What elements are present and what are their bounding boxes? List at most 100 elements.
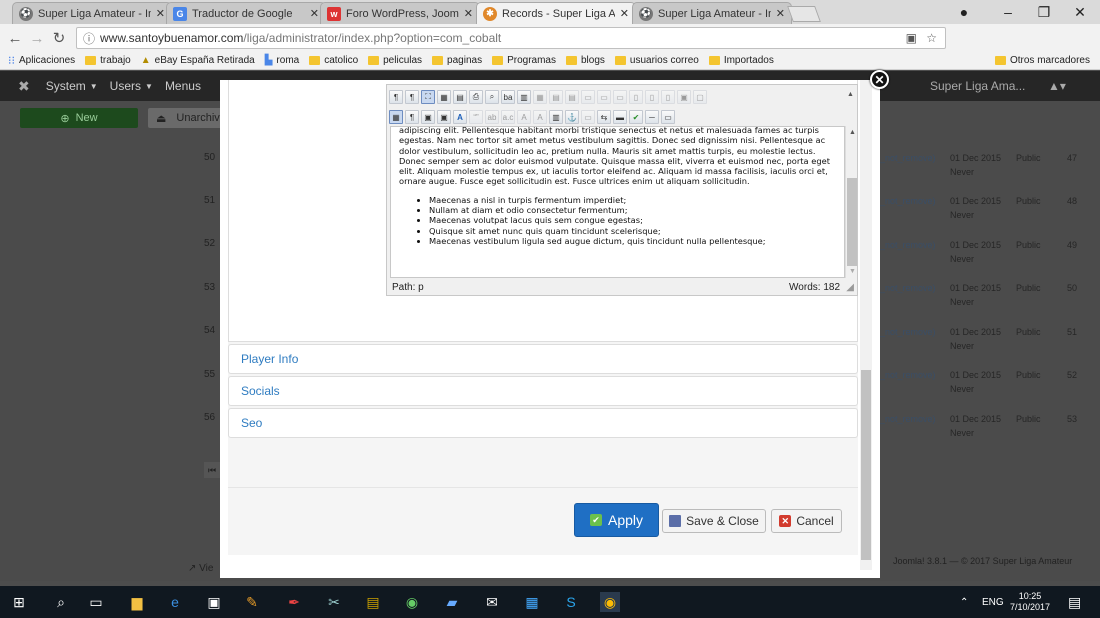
other-bookmarks[interactable]: Otros marcadores [994, 55, 1090, 66]
del-icon[interactable]: A [517, 110, 531, 124]
row-alias[interactable]: _not_remove) [880, 414, 936, 424]
split-cells-icon[interactable]: ▣ [677, 90, 691, 104]
pilcrow-icon[interactable]: ¶ [405, 110, 419, 124]
replace-icon[interactable]: ba [501, 90, 515, 104]
insert-layer-icon[interactable]: ▣ [421, 110, 435, 124]
browser-tab-active[interactable]: ✱ Records - Super Liga Am ✕ [476, 2, 636, 24]
bookmark-star-icon[interactable]: ☆ [926, 31, 937, 45]
col-after-icon[interactable]: ▯ [645, 90, 659, 104]
row-props-icon[interactable]: ▤ [549, 90, 563, 104]
anchor-icon[interactable]: ⚓ [565, 110, 579, 124]
new-button[interactable]: ⊕ New [20, 108, 138, 128]
bookmark-item[interactable]: catolico [309, 55, 358, 66]
code-icon[interactable]: ▭ [661, 110, 675, 124]
menu-system[interactable]: System [46, 79, 86, 93]
unarchive-button[interactable]: ⏏ Unarchive [148, 108, 228, 128]
clock[interactable]: 10:25 7/10/2017 [1010, 586, 1050, 618]
row-alias[interactable]: _not_remove) [880, 283, 936, 293]
visual-aid-icon[interactable]: ▦ [389, 110, 403, 124]
language-indicator[interactable]: ENG [982, 586, 1004, 618]
app-icon[interactable]: ◉ [402, 592, 422, 612]
media-icon[interactable]: ▬ [613, 110, 627, 124]
browser-tab[interactable]: ⚽ Super Liga Amateur - Ini ✕ [12, 2, 172, 24]
scroll-up-icon[interactable]: ▲ [849, 129, 856, 136]
editor-content[interactable]: adipiscing elit. Pellentesque habitant m… [390, 126, 845, 278]
browser-tab[interactable]: G Traductor de Google ✕ [166, 2, 326, 24]
row-alias[interactable]: _not_remove) [880, 327, 936, 337]
bookmark-item[interactable]: ⁝⁝ Aplicaciones [8, 54, 75, 67]
task-view-icon[interactable]: ▭ [86, 592, 106, 612]
new-tab-button[interactable] [787, 6, 821, 22]
editor-scrollbar[interactable]: ▲ [844, 85, 857, 125]
close-window-icon[interactable]: ✕ [1062, 0, 1098, 24]
bookmark-item[interactable]: Programas [492, 55, 556, 66]
cite-icon[interactable]: “” [469, 110, 483, 124]
browser-tab[interactable]: w Foro WordPress, Joomla ✕ [320, 2, 480, 24]
chrome-icon[interactable]: ◉ [600, 592, 620, 612]
edge-icon[interactable]: e [165, 592, 185, 612]
pagebreak-icon[interactable]: ▭ [581, 110, 595, 124]
bookmark-item[interactable]: blogs [565, 55, 605, 66]
path-value[interactable]: p [418, 282, 424, 293]
cancel-button[interactable]: ✕ Cancel [771, 509, 842, 533]
table-props-icon[interactable]: ▦ [533, 90, 547, 104]
store-icon[interactable]: ▣ [204, 592, 224, 612]
scroll-down-icon[interactable]: ▼ [849, 268, 856, 275]
nonbreaking-icon[interactable]: ⇆ [597, 110, 611, 124]
modal-close-button[interactable]: ✕ [870, 70, 889, 89]
app-icon[interactable]: ▤ [363, 592, 383, 612]
apply-button[interactable]: ✔ Apply [574, 503, 659, 537]
file-explorer-icon[interactable]: ▆ [127, 592, 147, 612]
windows-start-icon[interactable]: ⊞ [9, 592, 29, 612]
scrollbar-thumb[interactable] [847, 178, 857, 266]
minimize-icon[interactable]: – [990, 0, 1026, 24]
row-alias[interactable]: _not_remove) [880, 240, 936, 250]
col-before-icon[interactable]: ▯ [629, 90, 643, 104]
resize-handle-icon[interactable]: ◢ [846, 282, 854, 293]
app-icon[interactable]: ▰ [442, 592, 462, 612]
skype-icon[interactable]: S [561, 592, 581, 612]
row-alias[interactable]: _not_remove) [880, 370, 936, 380]
app-icon[interactable]: ✎ [242, 592, 262, 612]
delete-col-icon[interactable]: ▯ [661, 90, 675, 104]
forward-icon[interactable]: → [26, 30, 48, 47]
scrollbar-thumb[interactable] [861, 370, 871, 560]
pagination-first-icon[interactable]: ⏮ [204, 462, 220, 478]
abbr-icon[interactable]: ab [485, 110, 499, 124]
section-player-info[interactable]: Player Info [228, 344, 858, 374]
app-icon[interactable]: ✒ [284, 592, 304, 612]
section-seo[interactable]: Seo [228, 408, 858, 438]
bookmark-item[interactable]: Importados [708, 55, 774, 66]
content-scrollbar[interactable]: ▲ ▼ [845, 126, 857, 278]
view-site-link[interactable]: ↗ Vie [188, 563, 213, 574]
restore-icon[interactable]: ❐ [1026, 0, 1062, 24]
bookmark-item[interactable]: peliculas [368, 55, 422, 66]
template-icon[interactable]: ▦ [437, 90, 451, 104]
app-icon[interactable]: ▦ [522, 592, 542, 612]
row-before-icon[interactable]: ▭ [581, 90, 595, 104]
style-icon[interactable]: A [453, 110, 467, 124]
row-alias[interactable]: _not_remove) [880, 153, 936, 163]
menu-menus[interactable]: Menus [165, 79, 201, 93]
bookmark-item[interactable]: trabajo [85, 55, 131, 66]
search-icon[interactable]: ⌕ [51, 592, 71, 612]
close-tab-icon[interactable]: ✕ [464, 7, 473, 20]
tray-chevron-icon[interactable]: ⌃ [960, 586, 968, 618]
find-icon[interactable]: ⌕ [485, 90, 499, 104]
print-icon[interactable]: ⎙ [469, 90, 483, 104]
close-tab-icon[interactable]: ✕ [620, 7, 629, 20]
bookmark-item[interactable]: paginas [432, 55, 482, 66]
user-icon[interactable]: ▲▾ [1048, 79, 1066, 93]
absolute-icon[interactable]: ▣ [437, 110, 451, 124]
delete-row-icon[interactable]: ▭ [613, 90, 627, 104]
reload-icon[interactable]: ↻ [48, 29, 70, 47]
notifications-icon[interactable]: ▤ [1068, 586, 1081, 618]
browser-tab[interactable]: ⚽ Super Liga Amateur - Ini ✕ [632, 2, 792, 24]
site-name-link[interactable]: Super Liga Ama... [930, 79, 1025, 93]
scroll-up-icon[interactable]: ▲ [847, 91, 854, 98]
acronym-icon[interactable]: a.c [501, 110, 515, 124]
ins-icon[interactable]: A [533, 110, 547, 124]
table-icon[interactable]: ▥ [517, 90, 531, 104]
hr-icon[interactable]: ─ [645, 110, 659, 124]
section-socials[interactable]: Socials [228, 376, 858, 406]
